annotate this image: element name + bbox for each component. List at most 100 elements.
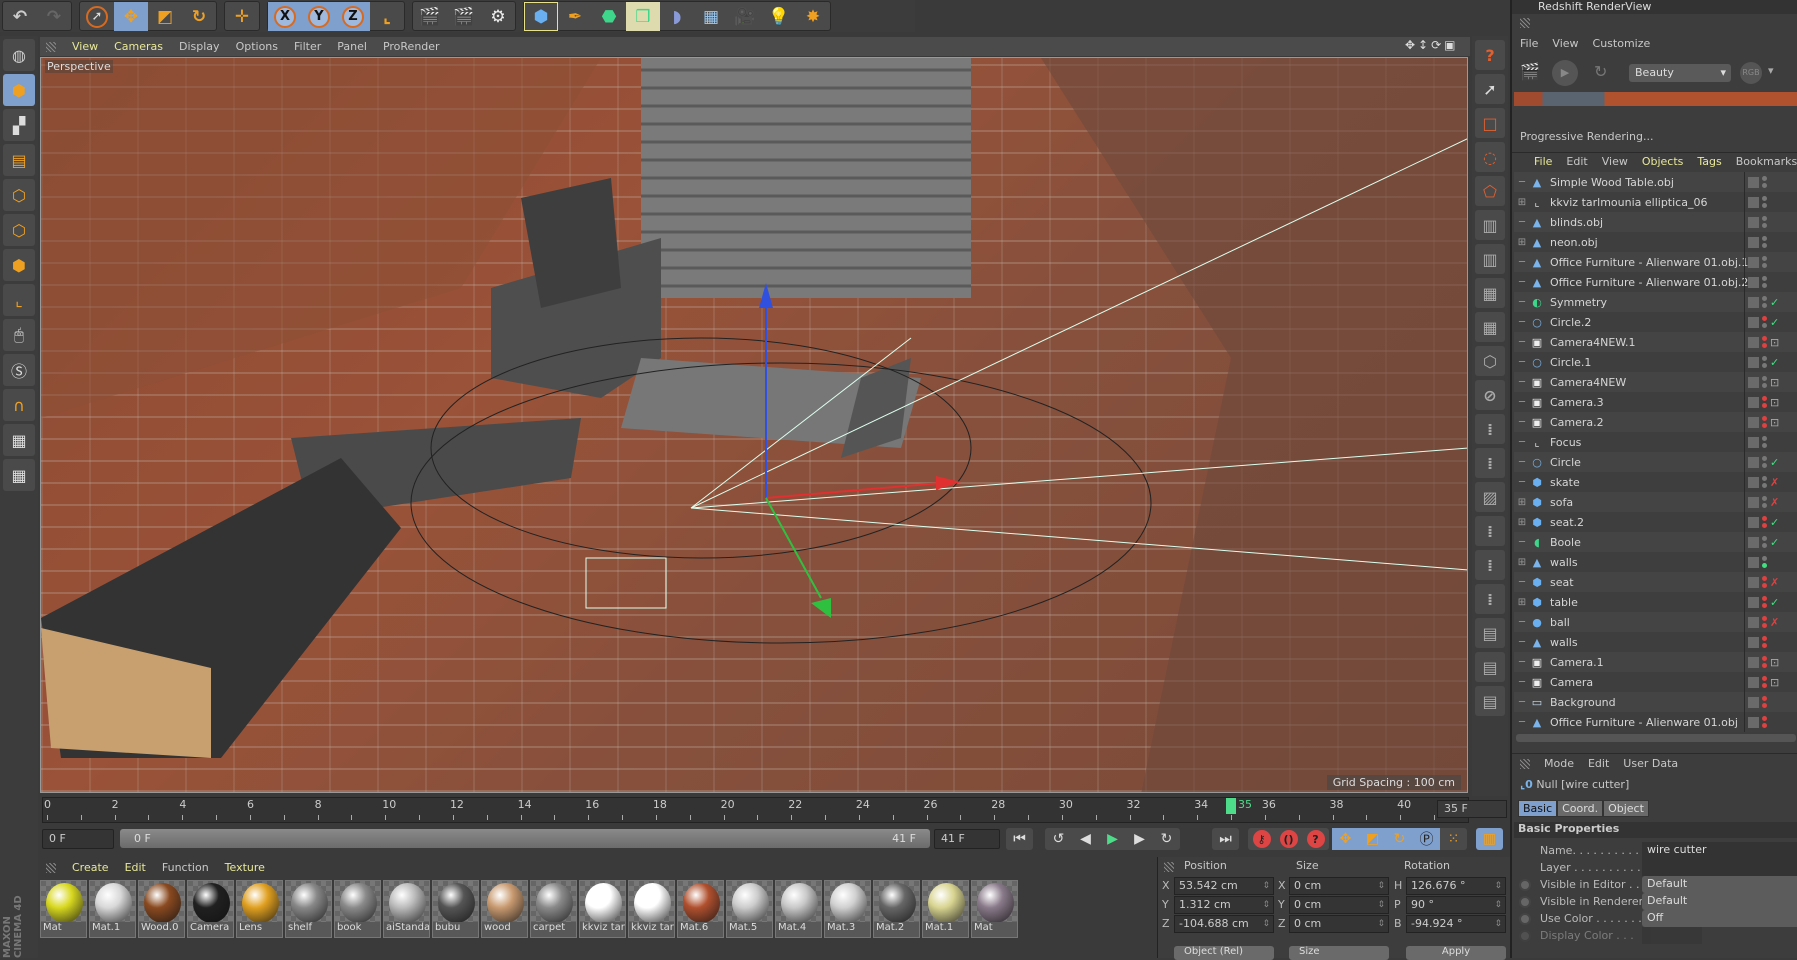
object-row[interactable]: ─ ▲ walls (1514, 632, 1797, 652)
obj-menu-view[interactable]: View (1602, 155, 1628, 168)
visibility-dot[interactable] (1762, 336, 1767, 341)
object-row[interactable]: ─ ▲ blinds.obj (1514, 212, 1797, 232)
visibility-dot[interactable] (1762, 603, 1767, 608)
rotation-field[interactable]: 90 ° (1406, 896, 1506, 914)
object-row[interactable]: ─ ▲ Office Furniture - Alienware 01.obj.1 (1514, 252, 1797, 272)
visibility-dot[interactable] (1762, 536, 1767, 541)
layer-edit-icon[interactable] (1748, 696, 1759, 708)
layer-edit-icon[interactable] (1748, 536, 1759, 548)
visibility-dot[interactable] (1762, 716, 1767, 721)
object-row[interactable]: ─ ▣ Camera.1 ⊡ (1514, 652, 1797, 672)
play-button[interactable]: ▶ (1099, 828, 1126, 850)
layout-icon-15[interactable]: ▤ (1475, 686, 1505, 716)
timeline-ruler[interactable]: 0 2 4 6 8 10 12 14 16 18 20 22 24 26 28 30 32 34 36 38 40 35 (42, 797, 1469, 823)
object-row[interactable]: ─ ● ball ✗ (1514, 612, 1797, 632)
material-swatch[interactable]: Lens (236, 880, 283, 938)
enable-toggle[interactable]: ✗ (1770, 476, 1780, 489)
visibility-dot[interactable] (1762, 523, 1767, 528)
enable-toggle[interactable]: ⊡ (1770, 656, 1780, 669)
material-swatch[interactable]: Mat (40, 880, 87, 938)
layer-edit-icon[interactable] (1748, 476, 1759, 488)
object-row[interactable]: ─ ○ Circle.1 ✓ (1514, 352, 1797, 372)
visibility-dot[interactable] (1762, 376, 1767, 381)
visibility-dot[interactable] (1762, 443, 1767, 448)
menu-filter[interactable]: Filter (294, 40, 321, 53)
layer-edit-icon[interactable] (1748, 356, 1759, 368)
render-view-icon[interactable]: 🎬 (413, 2, 447, 31)
enable-toggle[interactable]: ✓ (1770, 316, 1780, 329)
enable-toggle[interactable]: ✓ (1770, 536, 1780, 549)
object-row[interactable]: ─ ⬢ skate ✗ (1514, 472, 1797, 492)
light-icon[interactable]: 💡 (762, 2, 796, 31)
animate-radio[interactable] (1519, 913, 1531, 925)
animate-radio[interactable] (1519, 896, 1531, 908)
obj-menu-tags[interactable]: Tags (1697, 155, 1721, 168)
object-row[interactable]: ─ ▲ Office Furniture - Alienware 01.obj.2 (1514, 272, 1797, 292)
rs-menu-file[interactable]: File (1520, 37, 1538, 50)
visibility-dot[interactable] (1762, 723, 1767, 728)
menu-options[interactable]: Options (236, 40, 278, 53)
rotation-field[interactable]: -94.924 ° (1406, 915, 1506, 933)
aov-dropdown[interactable]: Beauty ▾ (1629, 64, 1731, 82)
rgb-button[interactable]: RGB (1740, 62, 1762, 84)
attr-menu-mode[interactable]: Mode (1544, 757, 1574, 770)
rs-menu-customize[interactable]: Customize (1593, 37, 1651, 50)
layer-edit-icon[interactable] (1748, 576, 1759, 588)
layout-icon-13[interactable]: ▤ (1475, 618, 1505, 648)
visibility-dot[interactable] (1762, 496, 1767, 501)
record-key-button[interactable]: ⚷ (1248, 828, 1275, 850)
array-icon[interactable]: ❒ (626, 2, 660, 31)
visibility-dot[interactable] (1762, 396, 1767, 401)
menu-texture[interactable]: Texture (225, 861, 265, 874)
visibility-dot[interactable] (1762, 236, 1767, 241)
material-swatch[interactable]: Mat.3 (824, 880, 871, 938)
visibility-dot[interactable] (1762, 656, 1767, 661)
menu-edit[interactable]: Edit (125, 861, 146, 874)
tab-object[interactable]: Object (1603, 800, 1649, 817)
model-mode-icon[interactable]: ⬢ (3, 74, 35, 106)
enable-toggle[interactable]: ✓ (1770, 456, 1780, 469)
layer-edit-icon[interactable] (1748, 676, 1759, 688)
object-row[interactable]: ─ ◖ Boole ✓ (1514, 532, 1797, 552)
key-point-level-toggle[interactable]: ⁙ (1440, 828, 1467, 850)
layer-edit-icon[interactable] (1748, 716, 1759, 728)
current-frame-field[interactable]: 35 F (1437, 800, 1507, 818)
globe-icon[interactable]: ◍ (3, 39, 35, 71)
autokey-button[interactable]: () (1275, 828, 1302, 850)
object-row[interactable]: ─ ▣ Camera.3 ⊡ (1514, 392, 1797, 412)
visibility-dot[interactable] (1762, 556, 1767, 561)
enable-toggle[interactable]: ✗ (1770, 496, 1780, 509)
layer-edit-icon[interactable] (1748, 516, 1759, 528)
object-row[interactable]: ─ ▲ Office Furniture - Alienware 01.obj (1514, 712, 1797, 732)
visibility-dot[interactable] (1762, 296, 1767, 301)
help-icon[interactable]: ? (1475, 40, 1505, 70)
object-row[interactable]: ─ ▣ Camera ⊡ (1514, 672, 1797, 692)
undo-icon[interactable]: ↶ (3, 2, 37, 31)
layer-edit-icon[interactable] (1748, 276, 1759, 288)
visibility-dot[interactable] (1762, 243, 1767, 248)
xyz-icon[interactable]: ✸ (796, 2, 830, 31)
visibility-dot[interactable] (1762, 696, 1767, 701)
visibility-dot[interactable] (1762, 456, 1767, 461)
key-position-toggle[interactable]: ✥ (1332, 828, 1359, 850)
material-swatch[interactable]: Mat.4 (775, 880, 822, 938)
material-swatch[interactable]: Mat.1 (89, 880, 136, 938)
layer-edit-icon[interactable] (1748, 636, 1759, 648)
lasso-select-icon[interactable]: ◌ (1475, 142, 1505, 172)
snap-icon[interactable]: ∩ (3, 389, 35, 421)
go-to-end-button[interactable]: ⏭ (1212, 828, 1239, 850)
layer-edit-icon[interactable] (1748, 216, 1759, 228)
layer-edit-icon[interactable] (1748, 376, 1759, 388)
visibility-dot[interactable] (1762, 463, 1767, 468)
layer-edit-icon[interactable] (1748, 616, 1759, 628)
layout-icon-11[interactable]: ⁞ (1475, 550, 1505, 580)
property-value[interactable] (1642, 859, 1797, 876)
material-swatch[interactable]: Mat.5 (726, 880, 773, 938)
layout-icon-4[interactable]: ▦ (1475, 312, 1505, 342)
rs-menu-view[interactable]: View (1552, 37, 1578, 50)
enable-toggle[interactable]: ⊡ (1770, 676, 1780, 689)
z-axis-lock-icon[interactable]: Z (336, 2, 370, 31)
visibility-dot[interactable] (1762, 196, 1767, 201)
visibility-dot[interactable] (1762, 423, 1767, 428)
visibility-dot[interactable] (1762, 183, 1767, 188)
